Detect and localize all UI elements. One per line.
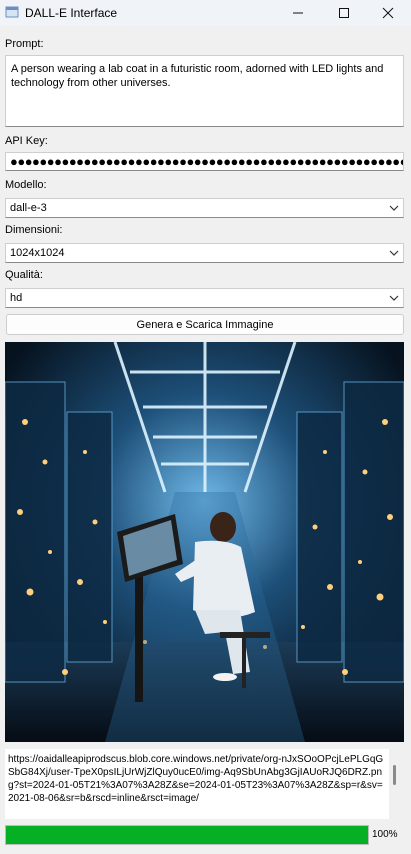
chevron-down-icon xyxy=(389,295,399,301)
generated-image xyxy=(5,342,404,742)
close-icon xyxy=(382,7,394,19)
prompt-textarea[interactable]: A person wearing a lab coat in a futuris… xyxy=(5,55,404,127)
model-select[interactable]: dall-e-3 xyxy=(5,198,404,218)
image-url-text[interactable]: https://oaidalleapiprodscus.blob.core.wi… xyxy=(5,749,389,819)
chevron-down-icon xyxy=(389,250,399,256)
api-key-input[interactable]: ●●●●●●●●●●●●●●●●●●●●●●●●●●●●●●●●●●●●●●●●… xyxy=(5,152,404,171)
progress-fill xyxy=(6,826,368,844)
model-selected-value: dall-e-3 xyxy=(10,202,47,214)
quality-select[interactable]: hd xyxy=(5,288,404,308)
app-icon xyxy=(5,6,19,18)
close-button[interactable] xyxy=(365,0,411,26)
progress-bar xyxy=(5,825,369,845)
progress-label: 100% xyxy=(372,829,398,840)
maximize-icon xyxy=(339,8,349,18)
title-bar: DALL-E Interface xyxy=(0,0,411,26)
minimize-button[interactable] xyxy=(275,0,321,26)
prompt-label: Prompt: xyxy=(5,38,44,50)
size-select[interactable]: 1024x1024 xyxy=(5,243,404,263)
quality-label: Qualità: xyxy=(5,269,43,281)
quality-selected-value: hd xyxy=(10,292,23,304)
minimize-icon xyxy=(293,12,303,14)
api-key-label: API Key: xyxy=(5,135,48,147)
generate-download-button[interactable]: Genera e Scarica Immagine xyxy=(6,314,404,335)
model-label: Modello: xyxy=(5,179,47,191)
size-label: Dimensioni: xyxy=(5,224,63,236)
maximize-button[interactable] xyxy=(321,0,367,26)
generated-image-illustration xyxy=(5,342,404,742)
window-title: DALL-E Interface xyxy=(25,6,118,20)
chevron-down-icon xyxy=(389,205,399,211)
url-scrollbar[interactable] xyxy=(393,765,396,785)
size-selected-value: 1024x1024 xyxy=(10,247,65,259)
